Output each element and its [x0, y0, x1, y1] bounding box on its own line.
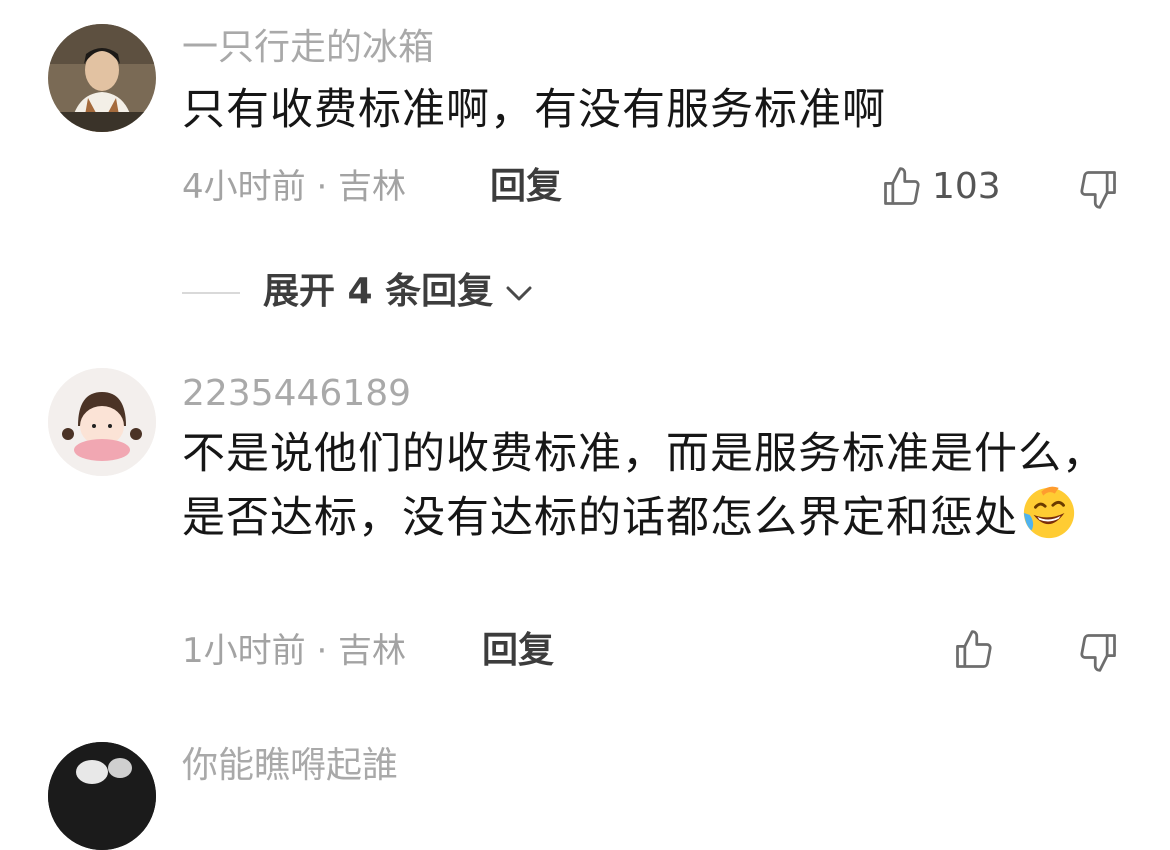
thumbs-down-icon[interactable]	[1076, 167, 1120, 211]
thumbs-down-icon[interactable]	[1076, 630, 1120, 674]
avatar-image	[48, 368, 156, 476]
avatar[interactable]	[48, 368, 156, 476]
avatar-image	[48, 742, 156, 850]
expand-replies-button[interactable]: 展开 4 条回复	[263, 274, 493, 310]
avatar-image	[48, 24, 156, 132]
comment-text-content: 不是说他们的收费标准，而是服务标准是什么，是否达标，没有达标的话都怎么界定和惩处	[182, 429, 1106, 543]
laughing-crying-emoji	[1023, 486, 1075, 539]
avatar[interactable]	[48, 24, 156, 132]
comment-meta: 4小时前 · 吉林	[182, 167, 407, 207]
expand-divider	[182, 292, 240, 294]
reply-button[interactable]: 回复	[490, 169, 562, 205]
comment-text: 不是说他们的收费标准，而是服务标准是什么，是否达标，没有达标的话都怎么界定和惩处	[182, 424, 1132, 548]
comment-meta: 1小时前 · 吉林	[182, 631, 407, 671]
comment-username[interactable]: 一只行走的冰箱	[182, 30, 434, 66]
avatar[interactable]	[48, 742, 156, 850]
chevron-down-icon[interactable]	[502, 282, 536, 306]
thumbs-up-icon[interactable]	[880, 165, 924, 209]
comment-username[interactable]: 你能瞧嘚起誰	[182, 748, 398, 784]
thumbs-up-icon[interactable]	[952, 628, 996, 672]
comment-text: 只有收费标准啊，有没有服务标准啊	[182, 85, 886, 135]
reply-button[interactable]: 回复	[482, 633, 554, 669]
like-count: 103	[932, 166, 1001, 207]
comment-username[interactable]: 2235446189	[182, 376, 411, 412]
